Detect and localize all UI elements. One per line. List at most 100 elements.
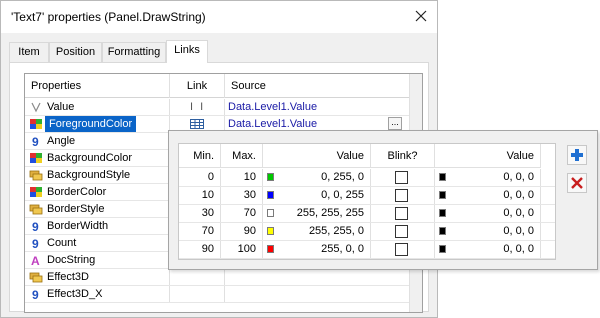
property-name: Value xyxy=(47,101,75,113)
property-type-icon xyxy=(29,203,43,215)
property-row[interactable]: Value I I Data.Level1.Value xyxy=(25,99,410,116)
property-name-cell[interactable]: BorderColor xyxy=(25,184,170,200)
tab-item[interactable]: Item xyxy=(9,42,49,62)
color-range-row[interactable]: 70 90 255, 255, 0 0, 0, 0 xyxy=(179,223,555,241)
range-max[interactable]: 30 xyxy=(221,187,263,204)
blink-checkbox[interactable] xyxy=(395,189,408,202)
link-source[interactable]: Data.Level1.Value xyxy=(225,99,410,115)
blink-color-value: 0, 0, 0 xyxy=(503,171,534,183)
property-name: Effect3D_X xyxy=(47,288,103,300)
range-max[interactable]: 100 xyxy=(221,241,263,258)
svg-text:9: 9 xyxy=(32,288,39,300)
close-button[interactable] xyxy=(407,3,435,29)
header-value: Value xyxy=(263,144,371,168)
range-max[interactable]: 90 xyxy=(221,223,263,240)
property-name-cell[interactable]: 9 Angle xyxy=(25,133,170,149)
range-min[interactable]: 90 xyxy=(179,241,221,258)
color-swatch xyxy=(439,173,446,181)
color-range-table: Min. Max. Value Blink? Value 0 10 0, 255, … xyxy=(178,143,556,260)
color-swatch xyxy=(267,227,274,235)
property-type-icon: 9 xyxy=(29,135,43,149)
range-max[interactable]: 70 xyxy=(221,205,263,222)
property-row[interactable]: 9 Effect3D_X xyxy=(25,286,410,303)
range-min[interactable]: 0 xyxy=(179,169,221,186)
property-name: BackgroundColor xyxy=(47,152,132,164)
range-color-value: 255, 255, 255 xyxy=(296,207,364,219)
link-cell[interactable] xyxy=(170,269,225,285)
property-name-cell[interactable]: BorderStyle xyxy=(25,201,170,217)
property-name-cell[interactable]: Value xyxy=(25,99,170,115)
range-color-value-cell[interactable]: 255, 255, 255 xyxy=(263,205,371,222)
property-type-icon: 9 xyxy=(29,288,43,302)
property-name-cell[interactable]: A DocString xyxy=(25,252,170,268)
range-color-value-cell[interactable]: 255, 0, 0 xyxy=(263,241,371,258)
blink-color-value-cell[interactable]: 0, 0, 0 xyxy=(435,241,541,258)
tab-links[interactable]: Links xyxy=(166,40,208,63)
browse-source-button[interactable]: ... xyxy=(388,117,402,130)
blink-checkbox[interactable] xyxy=(395,243,408,256)
range-color-value: 0, 255, 0 xyxy=(321,171,364,183)
range-color-value: 255, 0, 0 xyxy=(321,243,364,255)
tab-position[interactable]: Position xyxy=(49,42,102,62)
svg-text:9: 9 xyxy=(32,220,39,232)
property-name: BorderWidth xyxy=(47,220,109,232)
property-row[interactable]: Effect3D xyxy=(25,269,410,286)
range-color-value-cell[interactable]: 255, 255, 0 xyxy=(263,223,371,240)
link-source[interactable] xyxy=(225,286,410,302)
property-name-cell[interactable]: Effect3D xyxy=(25,269,170,285)
blink-checkbox[interactable] xyxy=(395,207,408,220)
blink-cell xyxy=(371,241,435,258)
color-swatch xyxy=(439,209,446,217)
blink-color-value-cell[interactable]: 0, 0, 0 xyxy=(435,169,541,186)
range-min[interactable]: 70 xyxy=(179,223,221,240)
color-range-row[interactable]: 10 30 0, 0, 255 0, 0, 0 xyxy=(179,187,555,205)
color-range-row[interactable]: 0 10 0, 255, 0 0, 0, 0 xyxy=(179,169,555,187)
header-max: Max. xyxy=(221,144,263,168)
property-name-cell[interactable]: BackgroundColor xyxy=(25,150,170,166)
blink-color-value-cell[interactable]: 0, 0, 0 xyxy=(435,187,541,204)
color-swatch xyxy=(267,245,274,253)
range-color-value-cell[interactable]: 0, 255, 0 xyxy=(263,169,371,186)
blink-checkbox[interactable] xyxy=(395,171,408,184)
header-source[interactable]: Source xyxy=(225,74,410,98)
blink-color-value-cell[interactable]: 0, 0, 0 xyxy=(435,205,541,222)
range-min[interactable]: 30 xyxy=(179,205,221,222)
color-swatch xyxy=(267,209,274,217)
tab-formatting[interactable]: Formatting xyxy=(102,42,166,62)
blink-color-value: 0, 0, 0 xyxy=(503,225,534,237)
property-name-cell[interactable]: 9 Count xyxy=(25,235,170,251)
color-icon xyxy=(30,187,42,197)
remove-range-button[interactable] xyxy=(567,173,587,193)
range-color-value: 0, 0, 255 xyxy=(321,189,364,201)
property-name-cell[interactable]: 9 BorderWidth xyxy=(25,218,170,234)
number-icon: 9 xyxy=(32,237,39,251)
blink-cell xyxy=(371,187,435,204)
property-type-icon xyxy=(29,271,43,283)
blink-color-value-cell[interactable]: 0, 0, 0 xyxy=(435,223,541,240)
range-color-value-cell[interactable]: 0, 0, 255 xyxy=(263,187,371,204)
blink-cell xyxy=(371,169,435,186)
color-range-row[interactable]: 90 100 255, 0, 0 0, 0, 0 xyxy=(179,241,555,259)
property-type-icon xyxy=(29,186,43,198)
link-source[interactable] xyxy=(225,269,410,285)
delete-icon xyxy=(571,177,583,189)
svg-text:9: 9 xyxy=(32,135,39,147)
header-link[interactable]: Link xyxy=(170,74,225,98)
link-cell[interactable]: I I xyxy=(170,99,225,115)
blink-color-value: 0, 0, 0 xyxy=(503,243,534,255)
blink-checkbox[interactable] xyxy=(395,225,408,238)
property-name-cell[interactable]: 9 Effect3D_X xyxy=(25,286,170,302)
property-name: BorderStyle xyxy=(47,203,105,215)
color-swatch xyxy=(267,173,274,181)
property-name-cell[interactable]: BackgroundStyle xyxy=(25,167,170,183)
text-icon: A xyxy=(31,254,40,268)
add-range-button[interactable] xyxy=(567,145,587,165)
style-icon xyxy=(29,170,43,181)
svg-text:A: A xyxy=(31,254,40,266)
range-min[interactable]: 10 xyxy=(179,187,221,204)
color-range-row[interactable]: 30 70 255, 255, 255 0, 0, 0 xyxy=(179,205,555,223)
range-max[interactable]: 10 xyxy=(221,169,263,186)
link-cell[interactable] xyxy=(170,286,225,302)
header-properties[interactable]: Properties xyxy=(25,74,170,98)
property-name-cell[interactable]: ForegroundColor xyxy=(25,116,170,132)
